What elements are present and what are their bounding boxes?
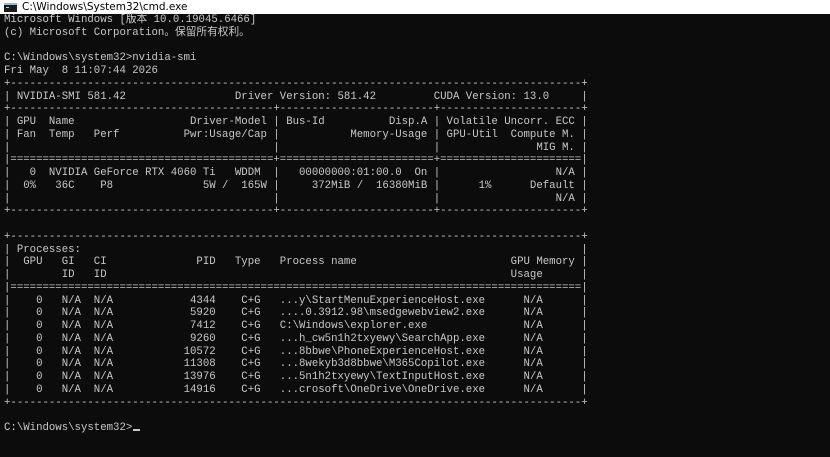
console-line: (c) Microsoft Corporation。保留所有权利。 [4,26,250,39]
cmd-app-icon [4,2,17,12]
console-line: | 0 N/A N/A 14916 C+G ...crosoft\OneDriv… [4,383,588,396]
console-line: +---------------------------------------… [4,396,588,409]
console-line: | 0% 36C P8 5W / 165W | 372MiB / 16380Mi… [4,179,588,192]
console-line: | Processes: | [4,243,588,256]
console-line: Microsoft Windows [版本 10.0.19045.6466] [4,14,257,26]
console-line: | | | N/A | [4,192,588,205]
console-line: |=======================================… [4,281,588,294]
console-line: | 0 N/A N/A 9260 C+G ...h_cw5n1h2txyewy\… [4,332,588,345]
console-output: Microsoft Windows [版本 10.0.19045.6466] (… [4,14,588,435]
console-line: | 0 N/A N/A 13976 C+G ...5n1h2txyewy\Tex… [4,371,588,383]
console-line: | GPU Name Driver-Model | Bus-Id Disp.A … [4,116,588,128]
console-line: +---------------------------------------… [4,77,588,90]
console-line: | Fan Temp Perf Pwr:Usage/Cap | Memory-U… [4,128,588,141]
console-line: +---------------------------------------… [4,205,588,218]
text-cursor [133,429,141,431]
console-line: | 0 N/A N/A 5920 C+G ....0.3912.98\msedg… [4,307,588,320]
console-line: | 0 N/A N/A 11308 C+G ...8wekyb3d8bbwe\M… [4,358,588,371]
console-line: | 0 N/A N/A 7412 C+G C:\Windows\explorer… [4,320,588,332]
console-history: Microsoft Windows [版本 10.0.19045.6466] (… [4,14,588,409]
console-line: | 0 N/A N/A 10572 C+G ...8bbwe\PhoneExpe… [4,345,588,358]
console-line: |=======================================… [4,154,588,167]
command-prompt: C:\Windows\system32> [4,422,133,434]
console-line: | GPU GI CI PID Type Process name GPU Me… [4,256,588,269]
console-line: | 0 NVIDIA GeForce RTX 4060 Ti WDDM | 00… [4,167,588,179]
console-line: | ID ID Usage | [4,269,588,281]
console-line: C:\Windows\system32>nvidia-smi [4,52,197,65]
console-area[interactable]: Microsoft Windows [版本 10.0.19045.6466] (… [0,14,830,457]
console-line: +---------------------------------------… [4,103,588,116]
window-titlebar[interactable]: C:\Windows\System32\cmd.exe [0,0,830,14]
console-line: +---------------------------------------… [4,230,588,243]
console-line: | 0 N/A N/A 4344 C+G ...y\StartMenuExper… [4,294,588,307]
console-line: | | | MIG M. | [4,141,588,154]
console-line: Fri May 8 11:07:44 2026 [4,65,158,77]
console-line: | NVIDIA-SMI 581.42 Driver Version: 581.… [4,90,588,103]
window-title: C:\Windows\System32\cmd.exe [22,1,188,13]
